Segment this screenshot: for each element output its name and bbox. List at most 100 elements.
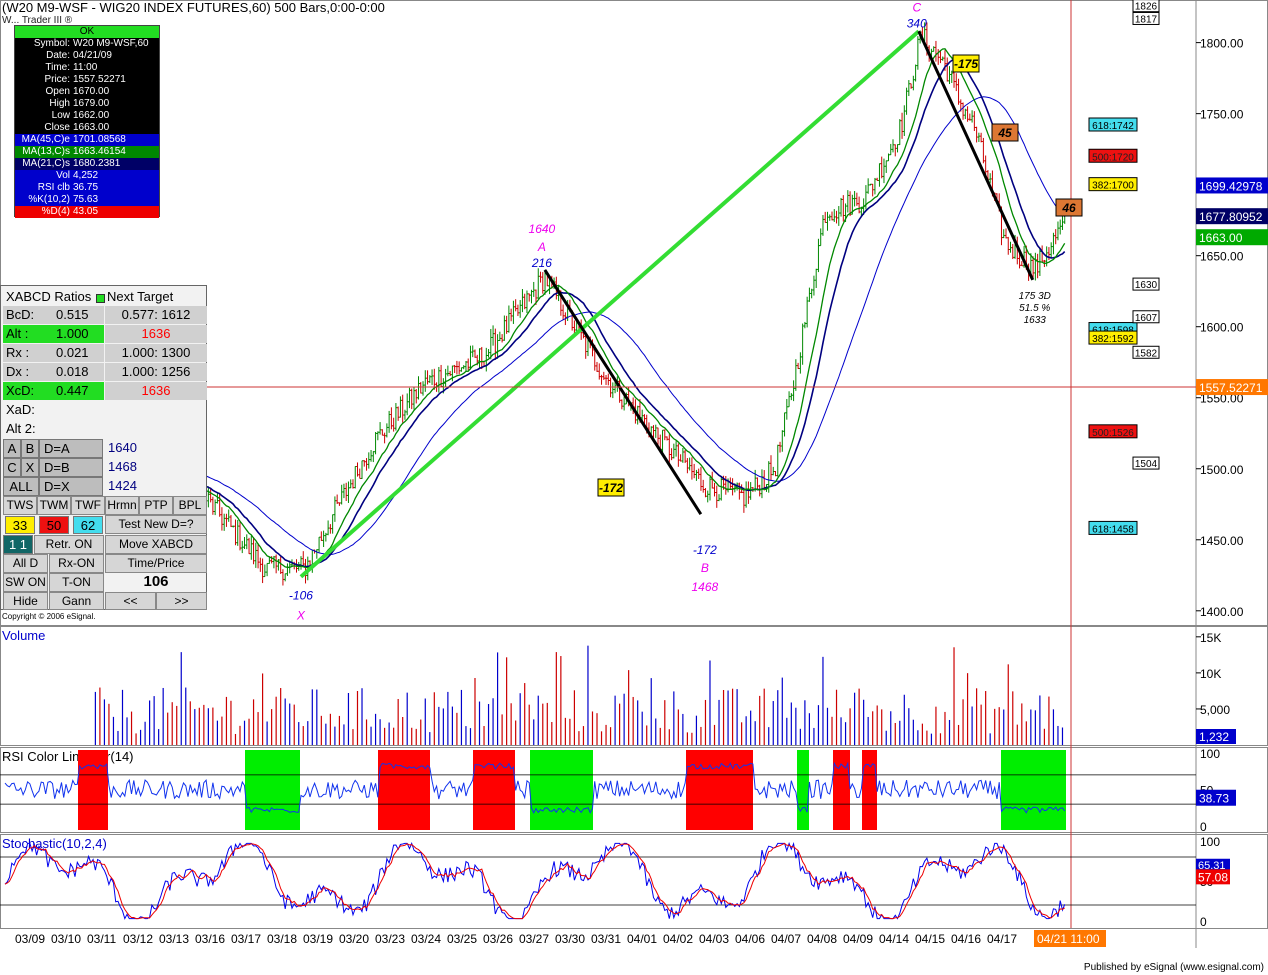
fib-chip[interactable]: 50 [39, 516, 69, 534]
data-window-label: High [49, 98, 70, 109]
rsi-zone [1001, 750, 1066, 830]
rsi-zone [78, 750, 108, 830]
hide-button[interactable]: Hide [3, 592, 48, 610]
bar-count: 106 [143, 573, 169, 590]
all-d-button[interactable]: All D [3, 554, 48, 573]
tab-tws[interactable]: TWS [3, 496, 37, 515]
fib-level-label: 382:1700 [1092, 181, 1134, 192]
footer-credit: Published by eSignal (www.esignal.com) [1083, 962, 1264, 973]
stochastic-title: Stochastic(10,2,4) [2, 836, 107, 851]
a-point-label: A [537, 240, 546, 254]
d-ratio-label: D=X [39, 477, 103, 496]
rsi-zone [862, 750, 877, 830]
d-select-a[interactable]: A [3, 439, 21, 458]
data-window-label: %K(10,2) [28, 194, 70, 205]
data-window-value: 36.75 [73, 182, 99, 193]
ratio-value: 1.000 [53, 325, 104, 343]
xad-label: XaD: [6, 402, 35, 417]
fib-level-label: 500:1526 [1092, 428, 1134, 439]
x-tick-label: 03/25 [447, 932, 477, 946]
data-window-row: Time: 11:00 [15, 62, 159, 74]
volume-last-label: 1,232 [1199, 730, 1229, 744]
sw-on-button[interactable]: SW ON [3, 573, 48, 592]
b-bars-label: -172 [693, 543, 717, 557]
x-tick-label: 04/07 [771, 932, 801, 946]
a-bars-label: 216 [531, 256, 552, 270]
data-window-value: 75.63 [73, 194, 99, 205]
data-window-row: High 1679.00 [15, 98, 159, 110]
data-window-row: Date: 04/21/09 [15, 50, 159, 62]
ratio-label: BcD: [3, 306, 53, 324]
stoch-d-label: 57.08 [1198, 870, 1228, 884]
tab-ptp[interactable]: PTP [139, 496, 173, 515]
data-window-label: Date: [46, 50, 70, 61]
d-select-b[interactable]: B [21, 439, 39, 458]
data-window-row: MA(45,C)e 1701.08568 [15, 134, 159, 146]
gann-button[interactable]: Gann [49, 592, 104, 610]
x-tick-label: 04/08 [807, 932, 837, 946]
x-tick-label: 03/26 [483, 932, 513, 946]
data-window-row: MA(21,C)s 1680.2381 [15, 158, 159, 170]
data-window-status: OK [15, 26, 159, 38]
next-button[interactable]: >> [156, 592, 207, 610]
bars-box-45: 45 [997, 126, 1012, 140]
d-select-a[interactable]: C [3, 458, 21, 477]
d-select-all[interactable]: ALL [3, 477, 39, 496]
rsi-tick-label: 0 [1200, 820, 1207, 834]
move-xabcd-button[interactable]: Move XABCD [105, 535, 207, 554]
target-box-label: 1504 [1135, 459, 1158, 470]
current-date-label: 04/21 11:00 [1037, 932, 1100, 946]
fib-chip[interactable]: 62 [73, 516, 103, 534]
data-window-value: 1701.08568 [73, 134, 126, 145]
x-tick-label: 04/06 [735, 932, 765, 946]
tab-twf[interactable]: TWF [71, 496, 105, 515]
volume-tick-label: 5,000 [1200, 703, 1230, 717]
tab-bpl[interactable]: BPL [173, 496, 207, 515]
price-tick-label: 1600.00 [1200, 321, 1244, 335]
panel-frame [0, 834, 1268, 929]
retr-on-button[interactable]: Retr. ON [34, 535, 104, 554]
d-ratio-value: 1424 [108, 478, 137, 493]
d-select-b[interactable]: X [21, 458, 39, 477]
data-window-row: Symbol: W20 M9-WSF,60 [15, 38, 159, 50]
target-box-label: 1826 [1135, 2, 1158, 13]
test-new-d-button[interactable]: Test New D=? [105, 515, 207, 534]
ratio-value: 0.515 [53, 306, 104, 324]
copyright: Copyright © 2006 eSignal. [2, 612, 96, 621]
x-tick-label: 04/17 [987, 932, 1017, 946]
data-window-row: Vol 4,252 [15, 170, 159, 182]
next-target-title: Next Target [107, 289, 174, 304]
x-tick-label: 03/10 [51, 932, 81, 946]
tab-twm[interactable]: TWM [37, 496, 71, 515]
tab-hrmn[interactable]: Hrmn [105, 496, 139, 515]
stoch-d-line [4, 842, 1065, 920]
ratio-target: 1.000: 1256 [105, 363, 207, 381]
rsi-tick-label: 100 [1200, 747, 1220, 761]
one-one-toggle[interactable]: 1 1 [3, 535, 33, 554]
x-tick-label: 03/20 [339, 932, 369, 946]
x-tick-label: 03/16 [195, 932, 225, 946]
time-price-button[interactable]: Time/Price [105, 554, 207, 573]
rsi-zone [378, 750, 430, 830]
x-tick-label: 03/11 [87, 932, 116, 946]
fib-chip[interactable]: 33 [5, 516, 35, 534]
alt2-label: Alt 2: [6, 421, 36, 436]
prev-button[interactable]: << [105, 592, 156, 610]
ratio-label: Alt : [3, 325, 53, 343]
rx-on-button[interactable]: Rx-ON [49, 554, 104, 573]
x-tick-label: 03/19 [303, 932, 333, 946]
target-box-label: 1607 [1135, 313, 1158, 324]
data-window-label: MA(45,C)e [21, 134, 70, 145]
last-price-label: 1699.42978 [1199, 179, 1263, 193]
rsi-zone [530, 750, 593, 830]
d-ratio-value: 1468 [108, 459, 137, 474]
d-price-label: 1633 [1024, 315, 1047, 326]
x-tick-label: 03/27 [519, 932, 549, 946]
ratio-target: 1.000: 1300 [105, 344, 207, 362]
ratio-label: XcD: [3, 382, 53, 400]
t-on-button[interactable]: T-ON [49, 573, 104, 592]
x-tick-label: 04/01 [627, 932, 657, 946]
data-window: OK Symbol: W20 M9-WSF,60 Date: 04/21/09 Time… [14, 25, 160, 218]
data-window-label: Close [44, 122, 70, 133]
data-window-value: 1662.00 [73, 110, 110, 121]
